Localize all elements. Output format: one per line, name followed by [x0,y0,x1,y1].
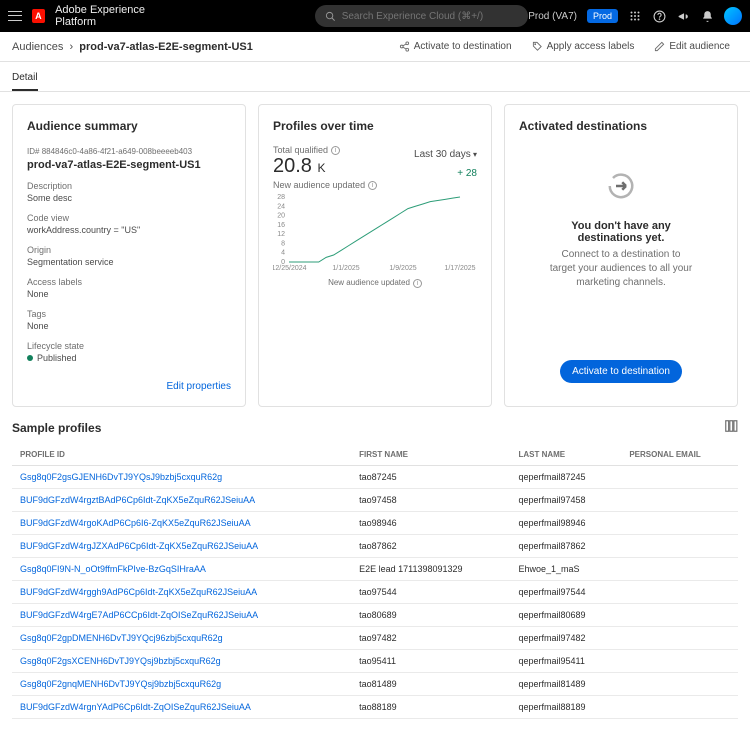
svg-text:1/1/2025: 1/1/2025 [332,265,359,272]
table-row: BUF9dGFzdW4rggh9AdP6Cp6Idt-ZqKX5eZquR62J… [12,581,738,604]
announce-icon[interactable] [676,9,690,23]
topbar: A Adobe Experience Platform Prod (VA7) P… [0,0,750,32]
svg-text:28: 28 [277,194,285,201]
svg-text:24: 24 [277,204,285,211]
profile-id-link[interactable]: Gsg8q0FI9N-N_oOt9ffmFkPIve-BzGqSIHraAA [12,558,351,581]
table-row: Gsg8q0FI9N-N_oOt9ffmFkPIve-BzGqSIHraAAE2… [12,558,738,581]
edit-audience-button[interactable]: Edit audience [646,37,738,56]
search-bar[interactable] [315,5,529,27]
access-labels-button[interactable]: Apply access labels [524,37,643,56]
svg-text:1/9/2025: 1/9/2025 [389,265,416,272]
svg-text:20: 20 [277,213,285,220]
profile-id-link[interactable]: Gsg8q0F2gsXCENH6DvTJ9YQsj9bzbj5cxquR62g [12,650,351,673]
profiles-chart: 0481216202428 12/25/20241/1/20251/9/2025… [273,192,477,272]
column-header[interactable]: PROFILE ID [12,444,351,466]
search-input[interactable] [342,11,519,22]
breadcrumb: Audiences › prod-va7-atlas-E2E-segment-U… [12,41,253,53]
svg-text:12: 12 [277,231,285,238]
bell-icon[interactable] [700,9,714,23]
avatar[interactable] [724,7,742,25]
info-icon[interactable]: i [331,146,340,155]
column-settings-icon[interactable] [724,419,738,436]
profile-id-link[interactable]: Gsg8q0F2gsGJENH6DvTJ9YQsJ9bzbj5cxquR62g [12,466,351,489]
svg-text:4: 4 [281,250,285,257]
env-label: Prod (VA7) [528,11,577,22]
app-name: Adobe Experience Platform [55,4,185,28]
column-header[interactable]: LAST NAME [510,444,621,466]
profile-id-link[interactable]: BUF9dGFzdW4rggh9AdP6Cp6Idt-ZqKX5eZquR62J… [12,581,351,604]
sample-profiles-section: Sample profiles PROFILE IDFIRST NAMELAST… [0,419,750,731]
search-icon [325,11,336,22]
table-row: BUF9dGFzdW4rgnYAdP6Cp6Idt-ZqOISeZquR62JS… [12,696,738,719]
svg-text:12/25/2024: 12/25/2024 [273,265,307,272]
svg-text:1/17/2025: 1/17/2025 [444,265,475,272]
table-row: Gsg8q0F2gpDMENH6DvTJ9YQcj96zbj5cxquR62gt… [12,627,738,650]
table-row: BUF9dGFzdW4rgoKAdP6Cp6I6-ZqKX5eZquR62JSe… [12,512,738,535]
table-row: BUF9dGFzdW4rgztBAdP6Cp6Idt-ZqKX5eZquR62J… [12,489,738,512]
profile-id-link[interactable]: Gsg8q0F2gpDMENH6DvTJ9YQcj96zbj5cxquR62g [12,627,351,650]
info-icon[interactable]: i [413,279,422,288]
edit-properties-link[interactable]: Edit properties [27,381,231,392]
profile-id-link[interactable]: BUF9dGFzdW4rgnYAdP6Cp6Idt-ZqOISeZquR62JS… [12,696,351,719]
profile-id-link[interactable]: BUF9dGFzdW4rgJZXAdP6Cp6Idt-ZqKX5eZquR62J… [12,535,351,558]
share-icon [399,41,410,52]
card-title: Audience summary [27,119,231,133]
lifecycle-state: Published [27,353,231,363]
audience-name: prod-va7-atlas-E2E-segment-US1 [27,159,231,171]
destinations-card: Activated destinations You don't have an… [504,104,738,407]
table-row: Gsg8q0F2gsGJENH6DvTJ9YQsJ9bzbj5cxquR62gt… [12,466,738,489]
profile-id-link[interactable]: Gsg8q0F2gnqMENH6DvTJ9YQsj9bzbj5cxquR62g [12,673,351,696]
subheader: Audiences › prod-va7-atlas-E2E-segment-U… [0,32,750,62]
pencil-icon [654,41,665,52]
tabs: Detail [0,62,750,92]
profiles-over-time-card: Profiles over time Total qualifiedi 20.8… [258,104,492,407]
apps-icon[interactable] [628,9,642,23]
profile-id-link[interactable]: BUF9dGFzdW4rgoKAdP6Cp6I6-ZqKX5eZquR62JSe… [12,512,351,535]
activate-button[interactable]: Activate to destination [391,37,520,56]
breadcrumb-root[interactable]: Audiences [12,41,63,53]
tag-icon [532,41,543,52]
tab-detail[interactable]: Detail [12,66,38,91]
profile-id-link[interactable]: BUF9dGFzdW4rgE7AdP6CCp6Idt-ZqOISeZquR62J… [12,604,351,627]
profile-id-link[interactable]: BUF9dGFzdW4rgztBAdP6Cp6Idt-ZqKX5eZquR62J… [12,489,351,512]
column-header[interactable]: PERSONAL EMAIL [621,444,738,466]
table-row: Gsg8q0F2gsXCENH6DvTJ9YQsj9bzbj5cxquR62gt… [12,650,738,673]
arrow-circle-icon [606,171,636,201]
activate-destination-button[interactable]: Activate to destination [560,360,682,383]
adobe-logo: A [32,9,46,23]
menu-icon[interactable] [8,9,22,23]
info-icon[interactable]: i [368,181,377,190]
svg-text:8: 8 [281,241,285,248]
column-header[interactable]: FIRST NAME [351,444,510,466]
table-row: BUF9dGFzdW4rgE7AdP6CCp6Idt-ZqOISeZquR62J… [12,604,738,627]
help-icon[interactable] [652,9,666,23]
svg-text:16: 16 [277,222,285,229]
table-row: Gsg8q0F2gnqMENH6DvTJ9YQsj9bzbj5cxquR62gt… [12,673,738,696]
delta-value: + 28 [414,168,477,179]
audience-summary-card: Audience summary ID# 884846c0-4a86-4f21-… [12,104,246,407]
date-range-select[interactable]: Last 30 days [414,145,477,164]
sample-profiles-table: PROFILE IDFIRST NAMELAST NAMEPERSONAL EM… [12,444,738,719]
table-row: BUF9dGFzdW4rgJZXAdP6Cp6Idt-ZqKX5eZquR62J… [12,535,738,558]
breadcrumb-current: prod-va7-atlas-E2E-segment-US1 [79,41,253,53]
env-badge: Prod [587,9,618,23]
